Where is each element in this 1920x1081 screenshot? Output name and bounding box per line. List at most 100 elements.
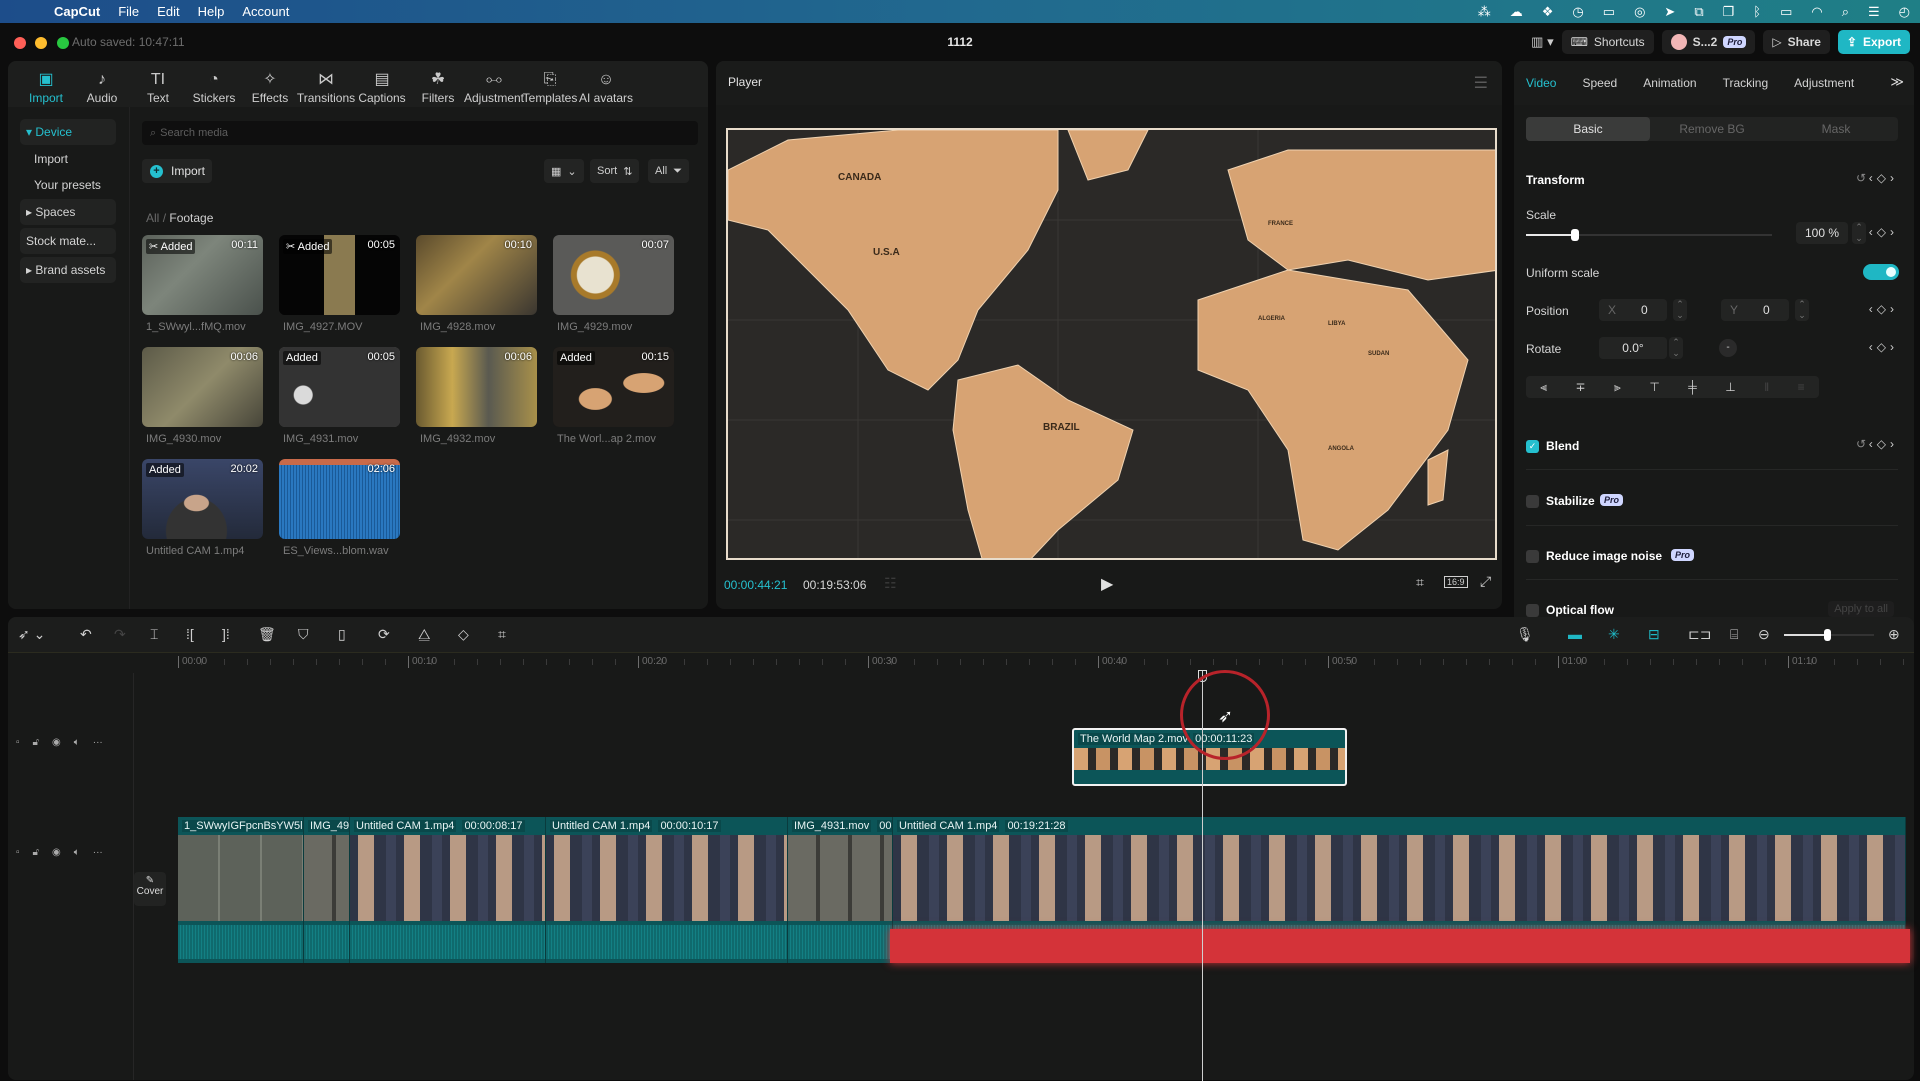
blend-heading[interactable]: Blend [1546, 439, 1579, 453]
time-ruler[interactable]: 00:00 00:10 00:20 00:30 00:40 00:50 01:00 01:10 [8, 653, 1914, 673]
cluster-icon[interactable]: ⁂ [1478, 4, 1491, 20]
uniform-scale-toggle[interactable] [1863, 264, 1899, 280]
screen-share-icon[interactable]: ⧉ [1694, 4, 1703, 20]
media-item[interactable]: ✂ Added 00:11 [142, 235, 263, 315]
keyframe-icon[interactable]: ‹◇› [1869, 171, 1898, 185]
marker-icon[interactable]: ⛉ [298, 626, 309, 642]
menu-icon[interactable]: ☰ [1474, 73, 1488, 93]
blend-reset-icon[interactable]: ↺ [1856, 437, 1866, 451]
main-clip[interactable]: Untitled CAM 1.mp4 00:00:08:17 [350, 817, 546, 963]
blend-checkbox[interactable]: ✓ [1526, 440, 1539, 453]
visibility-icon[interactable]: ◉ [52, 737, 61, 748]
scale-slider-track[interactable] [1526, 229, 1772, 241]
media-item[interactable]: Added 00:15 [553, 347, 674, 427]
align-left-icon[interactable]: ⫷ [1540, 380, 1547, 395]
tool-effects[interactable]: ✧ Effects [242, 61, 298, 106]
reduce-noise-checkbox[interactable] [1526, 550, 1539, 563]
dropbox-icon[interactable]: ❖ [1542, 4, 1554, 20]
main-clip[interactable]: IMG_4931.mov 00: [788, 817, 893, 963]
subtab-mask[interactable]: Mask [1774, 117, 1898, 141]
align-center-v-icon[interactable]: ╪ [1688, 380, 1697, 394]
split-right-icon[interactable]: ]⁞ [222, 626, 230, 642]
blend-keyframe-icon[interactable]: ‹◇› [1869, 437, 1898, 451]
control-center-icon[interactable]: ☰ [1868, 4, 1880, 20]
bluetooth-icon[interactable]: ᛒ [1753, 4, 1761, 19]
sidebar-item-1[interactable]: Import [20, 146, 116, 172]
position-x-input[interactable]: X0 [1599, 299, 1667, 321]
mute-icon[interactable]: 🔈︎ [74, 737, 80, 748]
align-right-icon[interactable]: ⫸ [1614, 380, 1621, 395]
tool-audio[interactable]: ♪ Audio [74, 61, 130, 106]
tool-captions[interactable]: ▤ Captions [354, 61, 410, 106]
optical-flow-heading[interactable]: Optical flow [1546, 603, 1614, 617]
spotlight-icon[interactable]: ⌕ [1842, 4, 1849, 20]
sidebar-item-3[interactable]: ▸ Spaces [20, 199, 116, 225]
sort-button[interactable]: Sort ⇅ [590, 159, 640, 183]
zoom-window-button[interactable] [57, 37, 69, 49]
lock-icon[interactable]: 🔓︎ [33, 737, 39, 748]
import-button[interactable]: + Import [142, 159, 212, 183]
crop-icon[interactable]: ⌗ [498, 626, 506, 642]
media-item[interactable]: 00:06 [142, 347, 263, 427]
distribute-v-icon[interactable]: ≡ [1798, 380, 1805, 394]
tab-video[interactable]: Video [1526, 76, 1556, 90]
preview-canvas[interactable]: CANADA U.S.A BRAZIL FRANCE ALGERIA LIBYA… [726, 128, 1497, 560]
freeze-icon[interactable]: ▯ [338, 626, 346, 642]
window-icon[interactable]: ❐ [1723, 4, 1735, 20]
zoom-slider-handle[interactable] [1824, 629, 1831, 641]
visibility-icon[interactable]: ◉ [52, 847, 61, 858]
play-button[interactable]: ▶ [1101, 574, 1113, 594]
more-tabs-icon[interactable]: ≫ [1890, 74, 1904, 90]
media-item[interactable]: ✂ Added 00:05 [279, 235, 400, 315]
close-window-button[interactable] [14, 37, 26, 49]
tool-ai-avatars[interactable]: ☺ AI avatars [578, 61, 634, 106]
more-icon[interactable]: ··· [93, 847, 103, 858]
align-center-h-icon[interactable]: ∓ [1576, 380, 1586, 394]
media-item[interactable]: Added 20:02 [142, 459, 263, 539]
tab-tracking[interactable]: Tracking [1723, 76, 1769, 90]
media-item[interactable]: 00:07 [553, 235, 674, 315]
zoom-in-icon[interactable]: ⊕ [1888, 626, 1900, 642]
preview-axis-icon[interactable]: ⊏⊐ [1688, 626, 1711, 642]
media-item[interactable]: 02:06 [279, 459, 400, 539]
wifi-icon[interactable]: ◠ [1811, 4, 1822, 20]
shortcuts-button[interactable]: ⌨ Shortcuts [1561, 30, 1654, 54]
layout-icon[interactable]: ▥ ▾ [1531, 34, 1553, 50]
main-clip[interactable]: Untitled CAM 1.mp4 00:00:10:17 [546, 817, 788, 963]
tool-filters[interactable]: ☘ Filters [410, 61, 466, 106]
view-mode-dropdown[interactable]: ▦ ⌄ [544, 159, 584, 183]
breadcrumb-footage[interactable]: Footage [169, 211, 213, 225]
reduce-noise-heading[interactable]: Reduce image noise [1546, 549, 1662, 563]
sidebar-item-0[interactable]: ▾ Device [20, 119, 116, 145]
display-icon[interactable]: ▭ [1603, 4, 1615, 20]
microphone-icon[interactable]: 🎙 [1516, 626, 1534, 642]
split-icon[interactable]: ⌶ [150, 626, 158, 642]
cursor-icon[interactable]: ➤ [1664, 4, 1675, 20]
tab-adjustment[interactable]: Adjustment [1794, 76, 1854, 90]
position-y-input[interactable]: Y0 [1721, 299, 1789, 321]
position-y-stepper[interactable]: ⌃ ⌄ [1795, 299, 1809, 321]
menu-help[interactable]: Help [198, 4, 225, 19]
lock-icon[interactable]: 🔓︎ [33, 847, 39, 858]
mute-icon[interactable]: 🔈︎ [74, 847, 80, 858]
rotate-stepper[interactable]: ⌃ ⌄ [1669, 337, 1683, 359]
tab-speed[interactable]: Speed [1582, 76, 1617, 90]
link-icon[interactable]: ⊟ [1648, 626, 1660, 642]
position-x-stepper[interactable]: ⌃ ⌄ [1673, 299, 1687, 321]
timeline-zoom-slider[interactable] [1784, 629, 1874, 641]
menu-edit[interactable]: Edit [157, 4, 179, 19]
subtab-remove-bg[interactable]: Remove BG [1650, 117, 1774, 141]
rotate-icon[interactable]: ◇ [458, 626, 469, 642]
siri-icon[interactable]: ◴ [1899, 4, 1910, 20]
split-left-icon[interactable]: ⁞[ [186, 626, 194, 642]
rotate-input[interactable]: 0.0° [1599, 337, 1667, 359]
zoom-out-icon[interactable]: ⊖ [1758, 626, 1770, 642]
reverse-icon[interactable]: ⟳ [378, 626, 390, 642]
optical-flow-checkbox[interactable] [1526, 604, 1539, 617]
battery-icon[interactable]: ▭ [1780, 4, 1792, 20]
auto-snap-icon[interactable]: ✳ [1608, 626, 1620, 642]
redo-icon[interactable]: ↷ [114, 626, 126, 642]
tool-stickers[interactable]: ◔ Stickers [186, 61, 242, 106]
rotate-keyframe-icon[interactable]: ‹◇› [1869, 340, 1898, 354]
undo-icon[interactable]: ↶ [80, 626, 92, 642]
